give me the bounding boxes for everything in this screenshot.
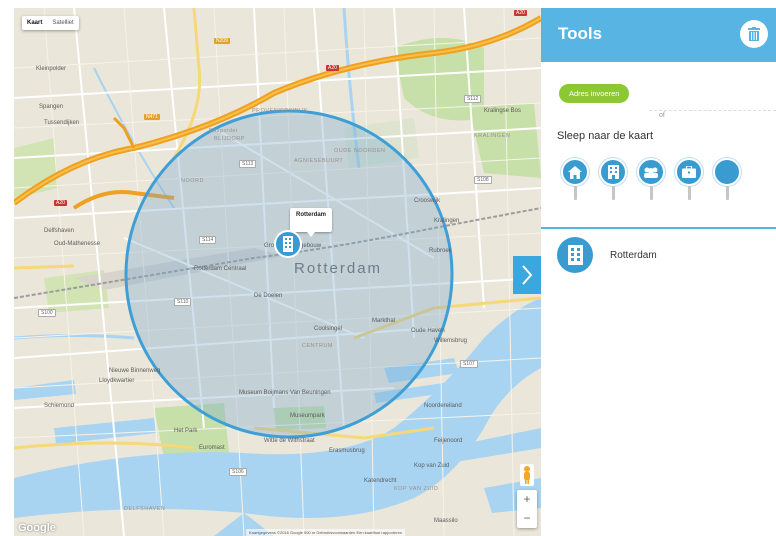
- map-place-label: PROVENIERSWIJK: [252, 108, 309, 114]
- plain-pin[interactable]: [713, 158, 741, 204]
- road-shield: S108: [474, 176, 492, 184]
- road-shield: A20: [326, 65, 339, 71]
- house-icon: [568, 165, 582, 179]
- map-place-label: Witte de Withstraat: [264, 438, 315, 444]
- group-pin[interactable]: [637, 158, 665, 204]
- road-shield: S110: [174, 298, 192, 306]
- map-place-label: Noordereiland: [424, 403, 462, 409]
- map-place-label: Kralingen: [434, 218, 460, 224]
- zoom-out-button[interactable]: −: [517, 509, 537, 528]
- add-address-button[interactable]: Adres invoeren: [559, 84, 630, 103]
- map-place-label: AGNIESEBUURT: [294, 158, 344, 164]
- map-place-label: Erasmusbrug: [329, 448, 365, 454]
- rotterdam-marker[interactable]: [274, 230, 302, 258]
- road-shield: S100: [38, 309, 56, 317]
- building-icon: [607, 165, 619, 179]
- map-place-label: Markthal: [372, 318, 396, 324]
- map-place-label: Feijenoord: [434, 438, 463, 444]
- map-place-label: Katendrecht: [364, 478, 397, 484]
- map-place-label: Rubroek: [429, 248, 452, 254]
- panel-header: Tools: [541, 8, 776, 62]
- map-place-label: Crooswijk: [414, 198, 441, 204]
- map-place-label: Euromast: [199, 445, 225, 451]
- building-icon: [283, 236, 293, 252]
- road-shield: S107: [460, 360, 478, 368]
- city-label: Rotterdam: [294, 260, 383, 277]
- app: Kaart Satelliet Kleinpolder Spangen Tussen…: [0, 0, 776, 536]
- map-type-toggle[interactable]: Kaart Satelliet: [22, 16, 79, 30]
- map-place-label: CENTRUM: [302, 343, 333, 349]
- map-place-label: DELFSHAVEN: [124, 506, 166, 512]
- map-place-label: Oud-Mathenesse: [54, 241, 101, 247]
- zoom-control: + −: [517, 490, 537, 528]
- map-place-label: Bospolder: [209, 128, 239, 134]
- map-place-label: Maassilo: [434, 518, 458, 524]
- building-icon: [567, 245, 583, 265]
- road-shield: S112: [464, 95, 482, 103]
- map-place-label: Lloydkwartier: [99, 378, 135, 384]
- map-place-label: Museumpark: [290, 413, 325, 419]
- location-name: Rotterdam: [610, 249, 657, 261]
- map-place-label: Oude Haven: [411, 328, 445, 334]
- map-place-label: Het Park: [174, 428, 198, 434]
- road-shield: A20: [514, 10, 527, 16]
- map-place-label: Kleinpolder: [36, 66, 67, 72]
- building-pin[interactable]: [599, 158, 627, 204]
- panel-title: Tools: [558, 24, 603, 43]
- circle-icon: [713, 158, 741, 186]
- map-place-label: BLIJDORP: [214, 136, 245, 142]
- draggable-pins: [561, 158, 741, 204]
- map-place-label: Kralingse Bos: [484, 108, 522, 114]
- map-place-label: NOORD: [181, 178, 204, 184]
- map-attribution[interactable]: Kaartgegevens ©2016 Google 500 m Gebruik…: [246, 529, 406, 536]
- map-type-map[interactable]: Kaart: [22, 16, 47, 30]
- map-place-label: OUDE NOORDEN: [334, 148, 386, 154]
- map-place-label: KOP VAN ZUID: [394, 486, 439, 492]
- road-shield: N209: [214, 38, 230, 44]
- or-separator: of: [659, 112, 665, 119]
- divider: [649, 110, 776, 111]
- panel-toggle-button[interactable]: [513, 256, 541, 294]
- map-place-label: Coolsingel: [314, 326, 343, 332]
- map-place-label: De Doelen: [254, 293, 283, 299]
- briefcase-icon: [682, 166, 696, 178]
- delete-button[interactable]: [740, 20, 768, 48]
- road-shield: S106: [229, 468, 247, 476]
- road-shield: A20: [54, 200, 67, 206]
- panel-divider: [541, 227, 776, 229]
- drag-to-map-label: Sleep naar de kaart: [557, 130, 654, 142]
- briefcase-pin[interactable]: [675, 158, 703, 204]
- map-place-label: Rotterdam Centraal: [194, 266, 247, 272]
- house-pin[interactable]: [561, 158, 589, 204]
- location-icon: [557, 237, 593, 273]
- map-type-satellite[interactable]: Satelliet: [47, 16, 78, 30]
- map-place-label: Schiemond: [44, 403, 75, 409]
- location-list-item[interactable]: Rotterdam: [557, 237, 657, 273]
- map-canvas[interactable]: Kaart Satelliet Kleinpolder Spangen Tussen…: [14, 8, 541, 536]
- trash-icon: [748, 27, 760, 41]
- map-base: [14, 8, 541, 536]
- marker-callout: Rotterdam: [290, 208, 332, 237]
- road-shield: S113: [239, 160, 257, 168]
- road-shield: S114: [199, 236, 217, 244]
- map-place-label: Spangen: [39, 104, 64, 110]
- group-icon: [644, 167, 658, 178]
- zoom-in-button[interactable]: +: [517, 490, 537, 509]
- map-place-label: Delfshaven: [44, 228, 75, 234]
- map-place-label: Museum Boijmans Van Beuningen: [239, 390, 331, 396]
- map-place-label: KRALINGEN: [474, 133, 511, 139]
- street-view-pegman-icon[interactable]: [520, 464, 534, 486]
- map-place-label: Tussendijken: [44, 120, 80, 126]
- map-place-label: Willemsbrug: [434, 338, 468, 344]
- google-logo: Google: [18, 522, 56, 534]
- road-shield: N471: [144, 114, 160, 120]
- chevron-right-icon: [522, 265, 533, 285]
- tools-panel: Tools Adres invoeren of Sleep naar de ka…: [541, 8, 776, 536]
- map-place-label: Kop van Zuid: [414, 463, 450, 469]
- map-place-label: Nieuwe Binnenweg: [109, 368, 161, 374]
